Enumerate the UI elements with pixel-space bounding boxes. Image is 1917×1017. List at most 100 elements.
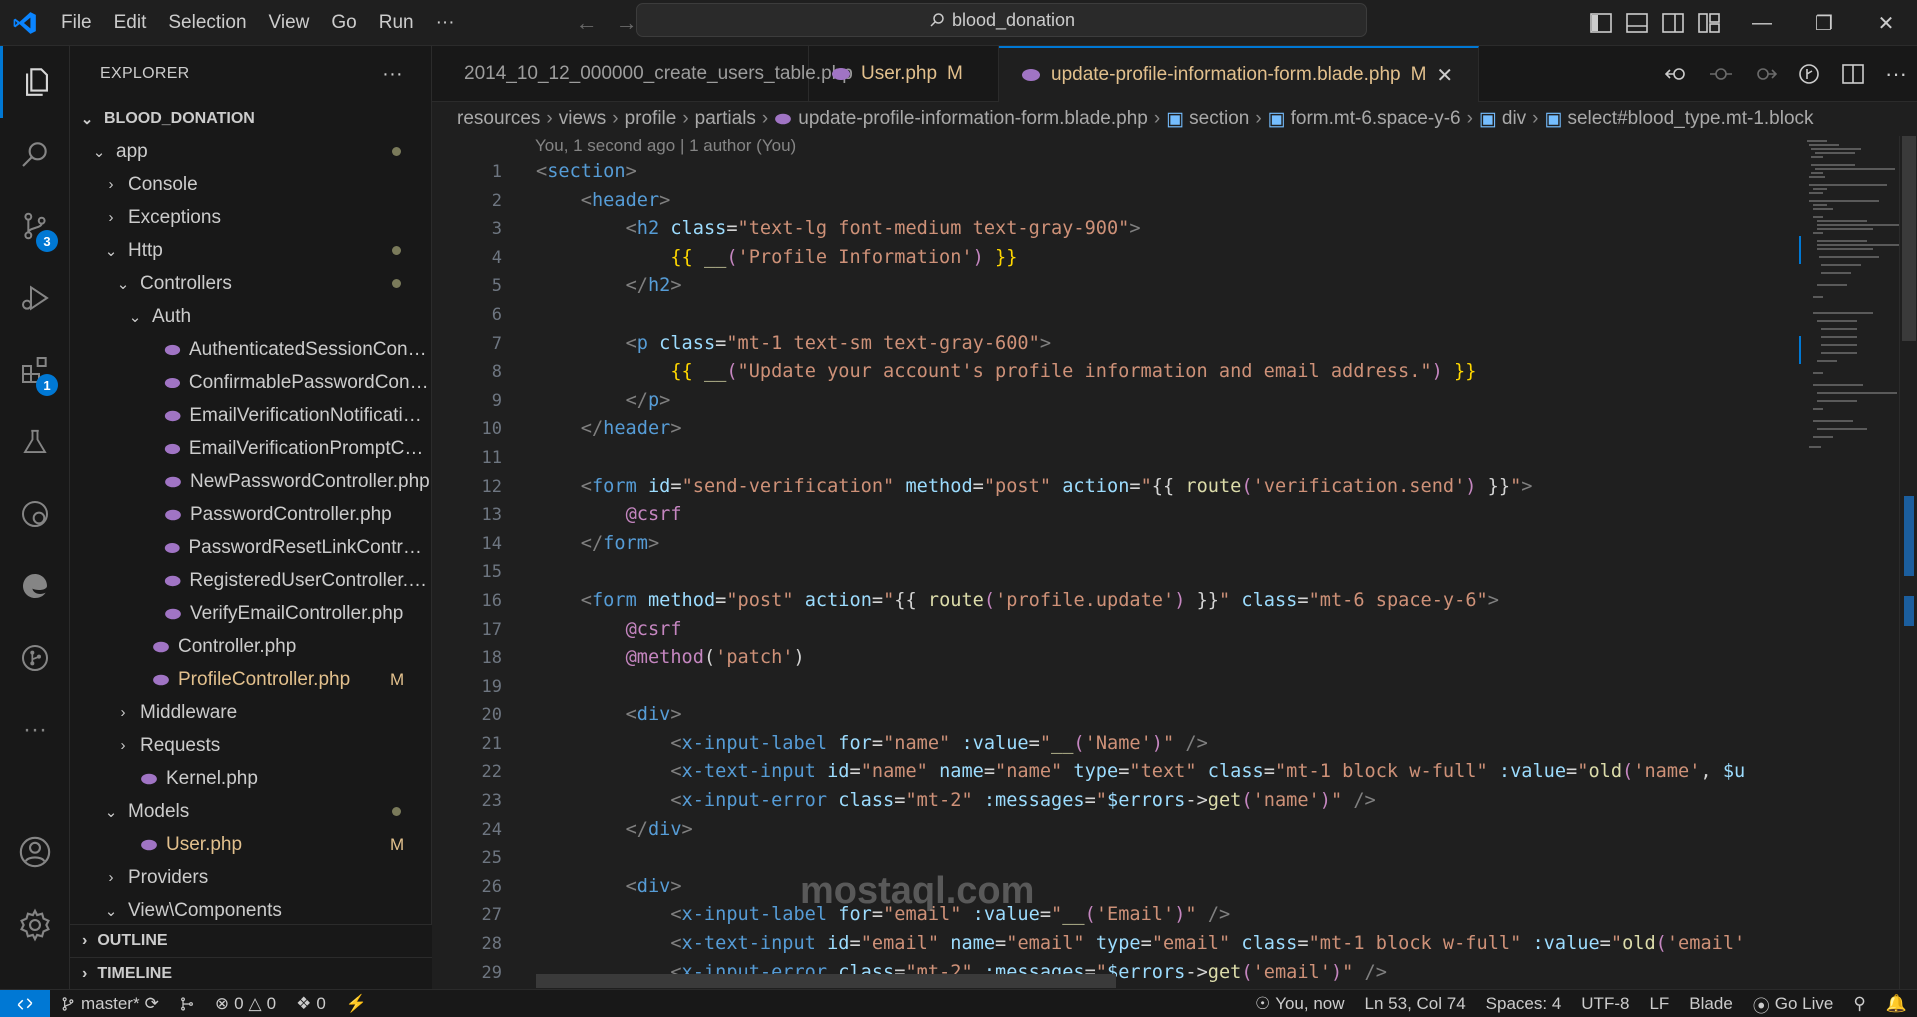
code-line[interactable]: </p> [536, 387, 1876, 416]
folder-item[interactable]: ⌄ Http [70, 234, 431, 267]
folder-item[interactable]: › Requests [70, 729, 431, 762]
git-lens-icon[interactable] [1797, 63, 1821, 85]
problems-indicator[interactable]: ⊗ 0 △ 0 [205, 994, 286, 1014]
more-views-icon[interactable]: ··· [0, 694, 70, 766]
file-item[interactable]: Kernel.php [70, 762, 431, 795]
accounts-status[interactable]: ⚲ [1843, 994, 1875, 1014]
code-line[interactable]: </form> [536, 530, 1876, 559]
code-line[interactable]: </header> [536, 415, 1876, 444]
go-live-button[interactable]: ⦿ Go Live [1743, 992, 1844, 1017]
code-line[interactable]: <x-text-input id="name" name="name" type… [536, 758, 1876, 787]
open-changes-icon[interactable] [1665, 63, 1689, 85]
menu-selection[interactable]: Selection [157, 0, 257, 46]
code-line[interactable]: <form method="post" action="{{ route('pr… [536, 587, 1876, 616]
breadcrumb-item[interactable]: update-profile-information-form.blade.ph… [798, 108, 1148, 130]
back-arrow-icon[interactable]: ← [576, 10, 598, 36]
explorer-icon[interactable] [0, 46, 70, 118]
breadcrumb-item[interactable]: form.mt-6.space-y-6 [1291, 108, 1461, 130]
horizontal-scrollbar[interactable] [536, 974, 1116, 988]
file-item[interactable]: NewPasswordController.php [70, 465, 431, 498]
code-editor[interactable]: You, 1 second ago | 1 author (You) 12345… [432, 136, 1917, 989]
forward-arrow-icon[interactable]: → [616, 10, 638, 36]
accounts-icon[interactable] [0, 816, 70, 888]
file-item[interactable]: ConfirmablePasswordContro... [70, 366, 431, 399]
explorer-more-icon[interactable]: ··· [382, 63, 403, 86]
code-line[interactable]: </div> [536, 816, 1876, 845]
tab-update-profile-form[interactable]: update-profile-information-form.blade.ph… [999, 46, 1479, 102]
next-change-icon[interactable] [1753, 63, 1778, 85]
outline-section[interactable]: › OUTLINE [70, 924, 432, 957]
search-icon[interactable] [0, 118, 70, 190]
restore-icon[interactable]: ❐ [1793, 0, 1855, 46]
code-line[interactable]: <section> [536, 158, 1876, 187]
code-line[interactable]: <p class="mt-1 text-sm text-gray-600"> [536, 330, 1876, 359]
tab-user-php[interactable]: User.php M [809, 46, 999, 102]
indentation[interactable]: Spaces: 4 [1476, 994, 1572, 1014]
extensions-icon[interactable]: 1 [0, 334, 70, 406]
folder-item[interactable]: ⌄ Models [70, 795, 431, 828]
code-lines[interactable]: <section> <header> <h2 class="text-lg fo… [536, 158, 1876, 987]
code-line[interactable] [536, 301, 1876, 330]
breadcrumb-item[interactable]: section [1189, 108, 1249, 130]
breadcrumb-item[interactable]: resources [457, 108, 540, 130]
code-line[interactable]: <h2 class="text-lg font-medium text-gray… [536, 215, 1876, 244]
file-item[interactable]: VerifyEmailController.php [70, 597, 431, 630]
lightning-indicator[interactable]: ⚡ [336, 994, 377, 1014]
git-blame-annotation[interactable]: You, 1 second ago | 1 author (You) [535, 136, 796, 156]
code-line[interactable]: @csrf [536, 501, 1876, 530]
timeline-section[interactable]: › TIMELINE [70, 957, 432, 990]
breadcrumb-item[interactable]: select#blood_type.mt-1.block [1567, 108, 1813, 130]
encoding[interactable]: UTF-8 [1571, 994, 1639, 1014]
code-line[interactable] [536, 558, 1876, 587]
minimize-icon[interactable]: — [1731, 0, 1793, 46]
file-item[interactable]: User.php M [70, 828, 431, 861]
menu-go[interactable]: Go [320, 0, 367, 46]
workspace-root[interactable]: ⌄ BLOOD_DONATION [70, 102, 431, 135]
code-line[interactable]: {{ __('Profile Information') }} [536, 244, 1876, 273]
minimap[interactable] [1799, 136, 1899, 989]
file-item[interactable]: ProfileController.php M [70, 663, 431, 696]
breadcrumb-item[interactable]: partials [695, 108, 756, 130]
source-control-icon[interactable]: 3 [0, 190, 70, 262]
more-actions-icon[interactable]: ··· [1885, 61, 1907, 87]
manage-gear-icon[interactable] [0, 889, 70, 961]
toggle-panel-icon[interactable] [1626, 13, 1648, 33]
edge-browser-icon[interactable] [0, 550, 70, 622]
file-item[interactable]: EmailVerificationPromptCont... [70, 432, 431, 465]
code-line[interactable]: @method('patch') [536, 644, 1876, 673]
close-window-icon[interactable]: ✕ [1855, 0, 1917, 46]
file-item[interactable]: RegisteredUserController.php [70, 564, 431, 597]
sync-icon[interactable]: ⟳ [145, 994, 159, 1014]
vertical-scrollbar[interactable] [1899, 136, 1917, 989]
code-line[interactable]: <x-input-error class="mt-2" :messages="$… [536, 787, 1876, 816]
code-line[interactable]: <div> [536, 873, 1876, 902]
folder-item[interactable]: ⌄ app [70, 135, 431, 168]
folder-item[interactable]: › Middleware [70, 696, 431, 729]
file-item[interactable]: PasswordResetLinkController... [70, 531, 431, 564]
notifications-status[interactable]: 🔔 [1876, 994, 1917, 1014]
code-line[interactable]: <div> [536, 701, 1876, 730]
breadcrumb-item[interactable]: div [1502, 108, 1526, 130]
toggle-primary-sidebar-icon[interactable] [1590, 13, 1612, 33]
folder-item[interactable]: › Providers [70, 861, 431, 894]
git-graph-status[interactable] [169, 996, 205, 1012]
command-center-search[interactable]: blood_donation [636, 3, 1367, 37]
menu-view[interactable]: View [258, 0, 321, 46]
toggle-secondary-sidebar-icon[interactable] [1662, 13, 1684, 33]
folder-item[interactable]: › Exceptions [70, 201, 431, 234]
code-line[interactable] [536, 673, 1876, 702]
file-item[interactable]: EmailVerificationNotification... [70, 399, 431, 432]
branch-indicator[interactable]: master* ⟳ [50, 994, 169, 1014]
breadcrumb-item[interactable]: views [559, 108, 607, 130]
folder-item[interactable]: ⌄ Auth [70, 300, 431, 333]
blame-status[interactable]: ☉ You, now [1245, 994, 1355, 1014]
code-line[interactable]: <header> [536, 187, 1876, 216]
split-editor-icon[interactable] [1841, 63, 1865, 85]
code-line[interactable]: <x-input-label for="email" :value="__('E… [536, 901, 1876, 930]
code-line[interactable]: {{ __("Update your account's profile inf… [536, 358, 1876, 387]
menu-more[interactable]: ··· [425, 0, 466, 46]
code-line[interactable]: <x-text-input id="email" name="email" ty… [536, 930, 1876, 959]
previous-change-icon[interactable] [1709, 63, 1733, 85]
code-line[interactable] [536, 444, 1876, 473]
remote-explorer-icon[interactable] [0, 478, 70, 550]
